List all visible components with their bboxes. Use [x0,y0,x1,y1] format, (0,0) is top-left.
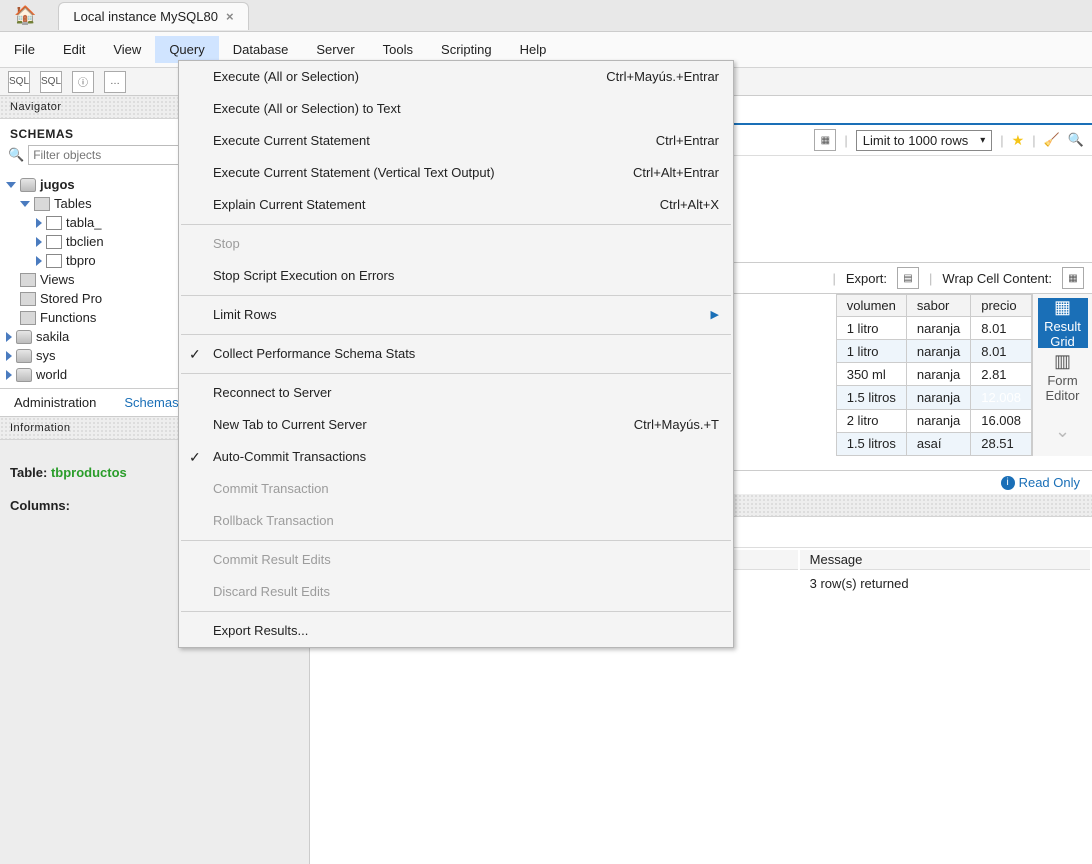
wrap-label: Wrap Cell Content: [942,271,1052,286]
favorite-icon[interactable]: ★ [1012,132,1025,149]
connection-tab[interactable]: Local instance MySQL80 × [58,2,248,30]
menu-tools[interactable]: Tools [369,36,427,63]
menu-database[interactable]: Database [219,36,303,63]
close-connection-icon[interactable]: × [226,9,234,24]
menu-item: Commit Result Edits [179,544,733,576]
readonly-indicator: i Read Only [1001,475,1080,490]
menu-edit[interactable]: Edit [49,36,99,63]
grid-icon: ▦ [1054,297,1071,318]
result-grid-button[interactable]: ▦ Result Grid [1038,298,1088,348]
menu-item: Stop [179,228,733,260]
wrap-icon[interactable]: ▦ [1062,267,1084,289]
info-table-label: Table: [10,465,47,480]
limit-label: Limit to 1000 rows [863,133,969,148]
form-editor-button[interactable]: ▥ Form Editor [1038,352,1088,402]
menu-server[interactable]: Server [302,36,368,63]
menu-item[interactable]: Limit Rows▶ [179,299,733,331]
toolbar-button[interactable]: ▦ [814,129,836,151]
menu-item[interactable]: Explain Current StatementCtrl+Alt+X [179,189,733,221]
export-label: Export: [846,271,887,286]
connection-tab-label: Local instance MySQL80 [73,9,218,24]
menu-item: Rollback Transaction [179,505,733,537]
menu-item[interactable]: ✓Collect Performance Schema Stats [179,338,733,370]
export-icon[interactable]: ▤ [897,267,919,289]
menu-item[interactable]: Stop Script Execution on Errors [179,260,733,292]
limit-dropdown[interactable]: Limit to 1000 rows▾ [856,130,993,151]
menu-help[interactable]: Help [506,36,561,63]
search-query-icon[interactable]: 🔍 [1068,132,1084,148]
menu-item[interactable]: Reconnect to Server [179,377,733,409]
info-icon: i [1001,476,1015,490]
menu-item: Discard Result Edits [179,576,733,608]
more-views-icon[interactable]: ⌄ [1038,406,1088,456]
menu-scripting[interactable]: Scripting [427,36,506,63]
beautify-icon[interactable]: 🧹 [1044,132,1060,148]
menu-item[interactable]: Export Results... [179,615,733,647]
search-icon: 🔍 [8,147,24,163]
menu-item[interactable]: Execute Current StatementCtrl+Entrar [179,125,733,157]
menu-item[interactable]: Execute (All or Selection)Ctrl+Mayús.+En… [179,61,733,93]
query-menu-dropdown: Execute (All or Selection)Ctrl+Mayús.+En… [178,60,734,648]
inspector-icon[interactable]: ⓘ [72,71,94,93]
form-icon: ▥ [1054,351,1071,372]
home-icon[interactable]: 🏠 [0,5,50,26]
menu-file[interactable]: File [0,36,49,63]
menu-item[interactable]: Execute Current Statement (Vertical Text… [179,157,733,189]
menu-item[interactable]: ✓Auto-Commit Transactions [179,441,733,473]
open-sql-icon[interactable]: SQL [40,71,62,93]
info-table-name: tbproductos [51,465,127,480]
menu-item: Commit Transaction [179,473,733,505]
menu-item[interactable]: New Tab to Current ServerCtrl+Mayús.+T [179,409,733,441]
sidebar-tab-administration[interactable]: Administration [0,389,110,416]
more-icon[interactable]: … [104,71,126,93]
menu-query[interactable]: Query [155,36,218,63]
result-grid[interactable]: volumensaborprecio1 litronaranja8.011 li… [836,294,1032,456]
new-sql-icon[interactable]: SQL [8,71,30,93]
menu-view[interactable]: View [99,36,155,63]
menu-item[interactable]: Execute (All or Selection) to Text [179,93,733,125]
